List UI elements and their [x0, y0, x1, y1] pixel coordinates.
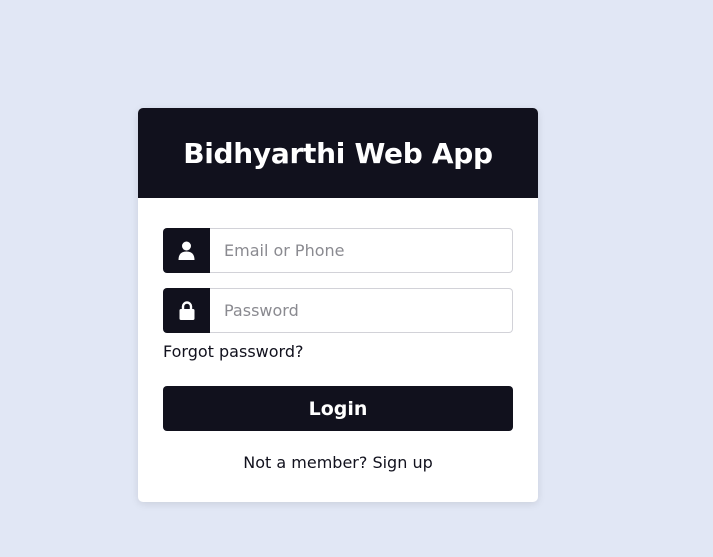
login-button[interactable]: Login: [163, 386, 513, 431]
card-header: Bidhyarthi Web App: [138, 108, 538, 198]
signup-prompt: Not a member? Sign up: [138, 453, 538, 472]
signup-prompt-text: Not a member?: [243, 453, 368, 472]
password-input[interactable]: [210, 288, 513, 333]
email-field-group: [163, 228, 513, 273]
password-field-group: [163, 288, 513, 333]
app-title: Bidhyarthi Web App: [183, 136, 493, 170]
login-card: Bidhyarthi Web App Forgot password? Logi…: [138, 108, 538, 502]
lock-icon: [163, 288, 210, 333]
signup-link[interactable]: Sign up: [372, 453, 432, 472]
user-icon: [163, 228, 210, 273]
email-input[interactable]: [210, 228, 513, 273]
forgot-password-link[interactable]: Forgot password?: [163, 342, 303, 361]
